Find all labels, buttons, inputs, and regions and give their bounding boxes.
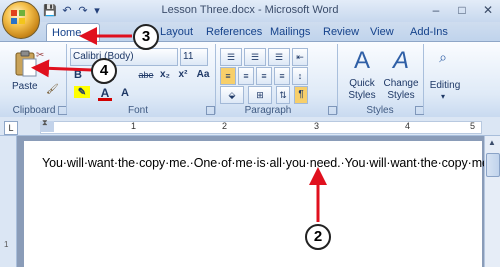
callout-3: 3 xyxy=(133,24,159,50)
callout-4: 4 xyxy=(91,58,117,84)
callout-arrows xyxy=(31,27,327,222)
callout-2: 2 xyxy=(305,224,331,250)
arrow-to-paste xyxy=(31,59,93,78)
office-logo-icon xyxy=(11,10,25,24)
